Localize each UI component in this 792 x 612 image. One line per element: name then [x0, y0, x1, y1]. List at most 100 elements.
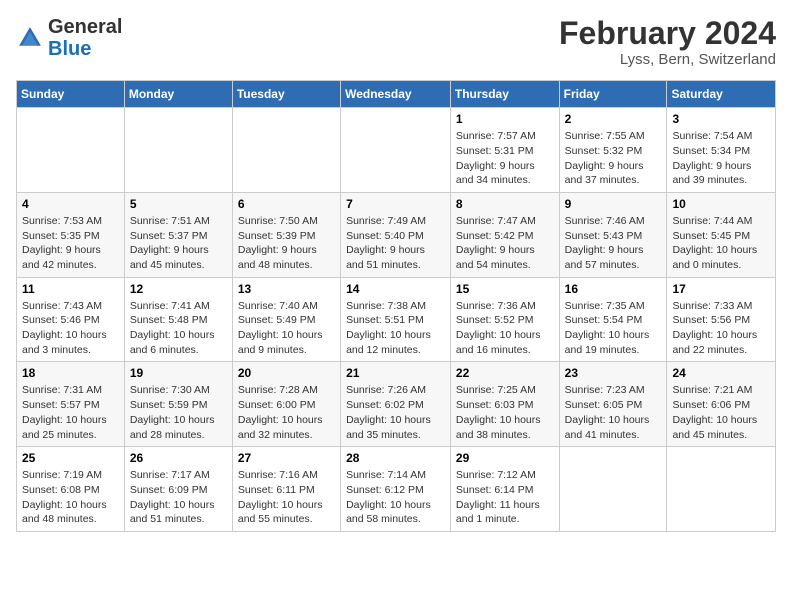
month-year-title: February 2024	[559, 16, 776, 51]
calendar-cell	[232, 108, 340, 193]
day-info: Sunrise: 7:43 AM Sunset: 5:46 PM Dayligh…	[22, 299, 119, 358]
calendar-cell: 15 Sunrise: 7:36 AM Sunset: 5:52 PM Dayli…	[450, 277, 559, 362]
day-info: Sunrise: 7:41 AM Sunset: 5:48 PM Dayligh…	[130, 299, 227, 358]
calendar-table: SundayMondayTuesdayWednesdayThursdayFrid…	[16, 80, 776, 532]
day-number: 24	[672, 366, 770, 380]
calendar-cell: 2 Sunrise: 7:55 AM Sunset: 5:32 PM Daylig…	[559, 108, 667, 193]
weekday-header-monday: Monday	[124, 81, 232, 108]
day-info: Sunrise: 7:40 AM Sunset: 5:49 PM Dayligh…	[238, 299, 335, 358]
day-number: 15	[456, 282, 554, 296]
day-info: Sunrise: 7:53 AM Sunset: 5:35 PM Dayligh…	[22, 214, 119, 273]
day-number: 22	[456, 366, 554, 380]
day-number: 9	[565, 197, 662, 211]
day-info: Sunrise: 7:16 AM Sunset: 6:11 PM Dayligh…	[238, 468, 335, 527]
weekday-header-sunday: Sunday	[17, 81, 125, 108]
day-info: Sunrise: 7:25 AM Sunset: 6:03 PM Dayligh…	[456, 383, 554, 442]
day-info: Sunrise: 7:31 AM Sunset: 5:57 PM Dayligh…	[22, 383, 119, 442]
calendar-cell: 20 Sunrise: 7:28 AM Sunset: 6:00 PM Dayli…	[232, 362, 340, 447]
calendar-cell: 29 Sunrise: 7:12 AM Sunset: 6:14 PM Dayli…	[450, 447, 559, 532]
day-info: Sunrise: 7:33 AM Sunset: 5:56 PM Dayligh…	[672, 299, 770, 358]
calendar-week-row: 1 Sunrise: 7:57 AM Sunset: 5:31 PM Daylig…	[17, 108, 776, 193]
logo-general-text: General	[48, 16, 122, 38]
weekday-header-saturday: Saturday	[667, 81, 776, 108]
logo: General Blue	[16, 16, 122, 60]
day-number: 27	[238, 451, 335, 465]
day-number: 21	[346, 366, 445, 380]
day-number: 25	[22, 451, 119, 465]
day-number: 2	[565, 112, 662, 126]
calendar-cell: 7Sunrise: 7:49 AM Sunset: 5:40 PM Daylig…	[341, 192, 451, 277]
day-number: 10	[672, 197, 770, 211]
day-info: Sunrise: 7:30 AM Sunset: 5:59 PM Dayligh…	[130, 383, 227, 442]
title-block: February 2024 Lyss, Bern, Switzerland	[559, 16, 776, 68]
day-info: Sunrise: 7:17 AM Sunset: 6:09 PM Dayligh…	[130, 468, 227, 527]
day-number: 7	[346, 197, 445, 211]
day-info: Sunrise: 7:38 AM Sunset: 5:51 PM Dayligh…	[346, 299, 445, 358]
calendar-cell: 3Sunrise: 7:54 AM Sunset: 5:34 PM Daylig…	[667, 108, 776, 193]
calendar-cell: 8 Sunrise: 7:47 AM Sunset: 5:42 PM Daylig…	[450, 192, 559, 277]
weekday-header-tuesday: Tuesday	[232, 81, 340, 108]
day-number: 4	[22, 197, 119, 211]
day-number: 28	[346, 451, 445, 465]
logo-icon	[16, 24, 44, 52]
day-info: Sunrise: 7:47 AM Sunset: 5:42 PM Dayligh…	[456, 214, 554, 273]
weekday-header-thursday: Thursday	[450, 81, 559, 108]
calendar-cell: 27 Sunrise: 7:16 AM Sunset: 6:11 PM Dayli…	[232, 447, 340, 532]
day-number: 29	[456, 451, 554, 465]
day-number: 23	[565, 366, 662, 380]
day-info: Sunrise: 7:50 AM Sunset: 5:39 PM Dayligh…	[238, 214, 335, 273]
day-info: Sunrise: 7:55 AM Sunset: 5:32 PM Dayligh…	[565, 129, 662, 188]
calendar-cell: 28 Sunrise: 7:14 AM Sunset: 6:12 PM Dayli…	[341, 447, 451, 532]
calendar-cell	[124, 108, 232, 193]
day-info: Sunrise: 7:26 AM Sunset: 6:02 PM Dayligh…	[346, 383, 445, 442]
day-number: 13	[238, 282, 335, 296]
day-number: 12	[130, 282, 227, 296]
calendar-cell	[559, 447, 667, 532]
day-info: Sunrise: 7:57 AM Sunset: 5:31 PM Dayligh…	[456, 129, 554, 188]
calendar-cell: 25 Sunrise: 7:19 AM Sunset: 6:08 PM Dayli…	[17, 447, 125, 532]
calendar-cell: 16 Sunrise: 7:35 AM Sunset: 5:54 PM Dayli…	[559, 277, 667, 362]
day-number: 8	[456, 197, 554, 211]
weekday-header-friday: Friday	[559, 81, 667, 108]
calendar-cell: 11 Sunrise: 7:43 AM Sunset: 5:46 PM Dayli…	[17, 277, 125, 362]
calendar-cell: 13 Sunrise: 7:40 AM Sunset: 5:49 PM Dayli…	[232, 277, 340, 362]
calendar-cell	[667, 447, 776, 532]
day-info: Sunrise: 7:12 AM Sunset: 6:14 PM Dayligh…	[456, 468, 554, 527]
calendar-cell: 19 Sunrise: 7:30 AM Sunset: 5:59 PM Dayli…	[124, 362, 232, 447]
day-info: Sunrise: 7:19 AM Sunset: 6:08 PM Dayligh…	[22, 468, 119, 527]
day-info: Sunrise: 7:36 AM Sunset: 5:52 PM Dayligh…	[456, 299, 554, 358]
day-info: Sunrise: 7:21 AM Sunset: 6:06 PM Dayligh…	[672, 383, 770, 442]
calendar-week-row: 18Sunrise: 7:31 AM Sunset: 5:57 PM Dayli…	[17, 362, 776, 447]
logo-blue-text: Blue	[48, 38, 91, 60]
calendar-cell: 26 Sunrise: 7:17 AM Sunset: 6:09 PM Dayli…	[124, 447, 232, 532]
day-info: Sunrise: 7:54 AM Sunset: 5:34 PM Dayligh…	[672, 129, 770, 188]
calendar-cell: 10 Sunrise: 7:44 AM Sunset: 5:45 PM Dayli…	[667, 192, 776, 277]
day-info: Sunrise: 7:46 AM Sunset: 5:43 PM Dayligh…	[565, 214, 662, 273]
calendar-cell: 14Sunrise: 7:38 AM Sunset: 5:51 PM Dayli…	[341, 277, 451, 362]
calendar-week-row: 11 Sunrise: 7:43 AM Sunset: 5:46 PM Dayli…	[17, 277, 776, 362]
weekday-header-wednesday: Wednesday	[341, 81, 451, 108]
day-info: Sunrise: 7:44 AM Sunset: 5:45 PM Dayligh…	[672, 214, 770, 273]
calendar-cell: 5Sunrise: 7:51 AM Sunset: 5:37 PM Daylig…	[124, 192, 232, 277]
day-info: Sunrise: 7:28 AM Sunset: 6:00 PM Dayligh…	[238, 383, 335, 442]
calendar-cell: 6Sunrise: 7:50 AM Sunset: 5:39 PM Daylig…	[232, 192, 340, 277]
day-number: 17	[672, 282, 770, 296]
day-number: 16	[565, 282, 662, 296]
day-info: Sunrise: 7:23 AM Sunset: 6:05 PM Dayligh…	[565, 383, 662, 442]
calendar-cell: 9 Sunrise: 7:46 AM Sunset: 5:43 PM Daylig…	[559, 192, 667, 277]
day-number: 11	[22, 282, 119, 296]
day-info: Sunrise: 7:51 AM Sunset: 5:37 PM Dayligh…	[130, 214, 227, 273]
calendar-cell: 21 Sunrise: 7:26 AM Sunset: 6:02 PM Dayli…	[341, 362, 451, 447]
calendar-cell: 1 Sunrise: 7:57 AM Sunset: 5:31 PM Daylig…	[450, 108, 559, 193]
day-info: Sunrise: 7:35 AM Sunset: 5:54 PM Dayligh…	[565, 299, 662, 358]
day-number: 1	[456, 112, 554, 126]
day-number: 19	[130, 366, 227, 380]
calendar-cell	[341, 108, 451, 193]
day-info: Sunrise: 7:14 AM Sunset: 6:12 PM Dayligh…	[346, 468, 445, 527]
calendar-cell: 4 Sunrise: 7:53 AM Sunset: 5:35 PM Daylig…	[17, 192, 125, 277]
location-label: Lyss, Bern, Switzerland	[559, 51, 776, 68]
day-number: 20	[238, 366, 335, 380]
calendar-cell: 12 Sunrise: 7:41 AM Sunset: 5:48 PM Dayli…	[124, 277, 232, 362]
weekday-header-row: SundayMondayTuesdayWednesdayThursdayFrid…	[17, 81, 776, 108]
day-number: 26	[130, 451, 227, 465]
